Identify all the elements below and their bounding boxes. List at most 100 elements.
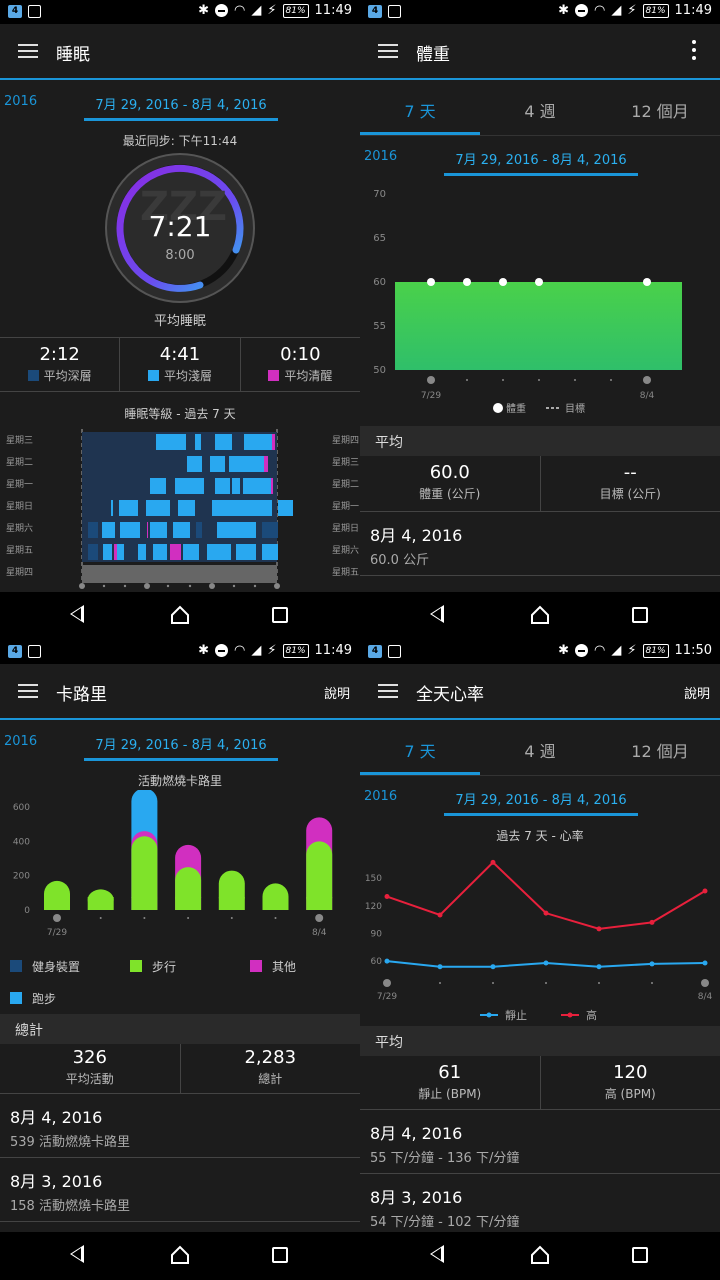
awake-label-row: 平均清醒 [241,367,360,384]
status-bar: 4 ✱ ◠ ◢ ⚡ 81% 11:49 [0,0,360,24]
date-range-label[interactable]: 7月 29, 2016 - 8月 4, 2016 [84,734,278,753]
avg-active-label: 平均活動 [65,1072,114,1086]
sleep-segment [244,434,272,450]
help-button[interactable]: 說明 [324,683,350,702]
year-label: 2016 [4,94,38,109]
nav-bar [0,1232,360,1280]
year-label: 2016 [4,734,38,749]
date-range-label[interactable]: 7月 29, 2016 - 8月 4, 2016 [444,149,638,168]
sleep-segment [183,544,199,560]
tab-12-months[interactable]: 12 個月 [600,738,720,762]
wifi-icon: ◠ [594,3,606,18]
sleep-segment [156,434,186,450]
list-item[interactable]: 8月 4, 2016 55 下/分鐘 - 136 下/分鐘 [360,1110,720,1174]
wifi-icon: ◠ [234,643,246,658]
recents-icon[interactable] [632,1247,648,1263]
do-not-disturb-icon [215,644,229,657]
list-item[interactable]: 8月 3, 2016 54 下/分鐘 - 102 下/分鐘 [360,1174,720,1238]
weight-point [499,278,507,286]
back-icon[interactable] [430,1245,444,1263]
bar-segment-base [44,897,70,910]
x-tick [598,982,600,984]
legend-resting-label: 靜止 [505,1008,527,1022]
bluetooth-icon: ✱ [558,643,570,658]
image-notification-icon [28,645,41,658]
recents-icon[interactable] [272,607,288,623]
stat-weight: 60.0 體重 (公斤) [360,456,541,511]
date-range-selector[interactable]: 2016 7月 29, 2016 - 8月 4, 2016 [360,137,720,177]
legend-item: 跑步 [10,990,56,1007]
legend-resting-marker [486,1012,492,1018]
tab-12-months[interactable]: 12 個月 [600,98,720,122]
legend-high-label: 高 [586,1008,597,1022]
series-point [596,964,602,970]
date-range-label[interactable]: 7月 29, 2016 - 8月 4, 2016 [444,789,638,808]
list-item[interactable]: 8月 4, 2016 539 活動燃燒卡路里 [0,1094,360,1158]
day-label-right: 星期二 [332,479,359,490]
date-range-label[interactable]: 7月 29, 2016 - 8月 4, 2016 [84,94,278,113]
back-icon[interactable] [70,1245,84,1263]
stat-light: 4:41 平均淺層 [120,338,241,391]
wifi-icon: ◠ [594,643,606,658]
home-icon[interactable] [530,1245,550,1265]
sleep-segment [262,544,278,560]
axis-tick [253,584,257,588]
date-range-selector[interactable]: 2016 7月 29, 2016 - 8月 4, 2016 [0,722,360,762]
legend-goal-label: 目標 [565,402,585,415]
image-notification-icon [28,5,41,18]
signal-icon: ◢ [251,643,262,658]
axis-tick [166,584,170,588]
x-tick [187,917,190,919]
list-item[interactable]: 8月 4, 2016 60.0 公斤 [360,512,720,576]
sleep-segment [195,434,201,450]
weight-area [395,282,682,370]
help-button[interactable]: 說明 [684,683,710,702]
home-icon[interactable] [530,605,550,625]
menu-icon[interactable] [378,684,398,698]
menu-icon[interactable] [18,684,38,698]
tab-4-weeks[interactable]: 4 週 [480,98,600,122]
tab-7-days[interactable]: 7 天 [360,98,480,122]
list-item[interactable]: 8月 3, 2016 158 活動燃燒卡路里 [0,1158,360,1222]
x-tick-label: 8/4 [640,391,655,401]
calendar-notification-icon: 4 [368,645,382,658]
day-label-right: 星期四 [332,435,359,446]
calories-screen: 4 ✱ ◠ ◢ ⚡ 81% 11:49 卡路里 說明 2016 7月 29, 2… [0,640,360,1280]
tab-7-days[interactable]: 7 天 [360,738,480,762]
sleep-segment [138,544,146,560]
back-icon[interactable] [70,605,84,623]
menu-icon[interactable] [378,44,398,58]
axis-tick [79,583,85,589]
back-icon[interactable] [430,605,444,623]
x-tick-label: 7/29 [421,391,441,401]
calendar-notification-icon: 4 [8,5,22,18]
sleep-levels-title: 睡眠等級 - 過去 7 天 [124,407,236,421]
weight-point [535,278,543,286]
sleep-segment [217,522,256,538]
y-tick-label: 65 [373,233,386,244]
tab-4-weeks[interactable]: 4 週 [480,738,600,762]
page-title: 體重 [416,45,450,65]
date-range-selector[interactable]: 2016 7月 29, 2016 - 8月 4, 2016 [360,777,720,817]
sleep-segment [207,544,231,560]
menu-icon[interactable] [18,44,38,58]
x-tick [538,379,540,381]
home-icon[interactable] [170,605,190,625]
x-tick-label: 7/29 [47,928,67,938]
y-tick-label: 120 [365,902,382,912]
avg-sleep-time: 7:21 [148,210,212,243]
home-icon[interactable] [170,1245,190,1265]
legend-weight-marker [493,403,503,413]
bar-segment-base [175,897,202,910]
series-point [702,960,708,966]
sleep-segment [236,544,256,560]
date-range-selector[interactable]: 2016 7月 29, 2016 - 8月 4, 2016 [0,82,360,122]
app-bar: 體重 [360,24,720,80]
weight-stats: 60.0 體重 (公斤) -- 目標 (公斤) [360,456,720,512]
overflow-menu-icon[interactable] [692,40,696,64]
date-range-underline [84,118,278,121]
sleep-segment [88,522,98,538]
recents-icon[interactable] [272,1247,288,1263]
recents-icon[interactable] [632,607,648,623]
y-tick-label: 60 [371,957,383,967]
